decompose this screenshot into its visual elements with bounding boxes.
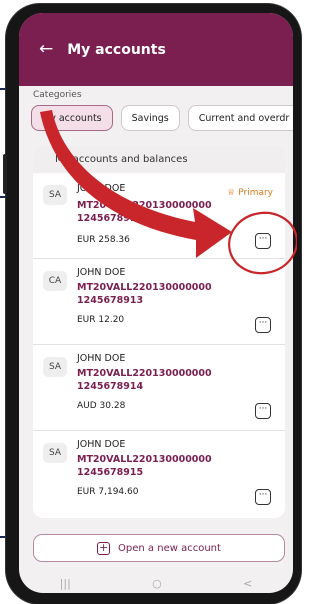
account-balance: AUD 30.28 bbox=[77, 401, 126, 411]
recents-nav-icon[interactable]: ||| bbox=[60, 577, 71, 590]
account-holder-name: JOHN DOE bbox=[77, 267, 126, 278]
account-card[interactable]: SA JOHN DOE MT20VALL220130000000 1245678… bbox=[33, 345, 285, 431]
more-options-icon[interactable]: ··· bbox=[255, 317, 271, 333]
account-iban: MT20VALL220130000000 1245678915 bbox=[77, 453, 257, 479]
primary-text: Primary bbox=[238, 188, 273, 198]
plus-square-icon: + bbox=[97, 540, 111, 555]
open-new-account-label: Open a new account bbox=[118, 542, 221, 554]
app-header: ← My accounts bbox=[19, 13, 293, 86]
iban-line-1: MT20VALL220130000000 bbox=[77, 368, 212, 379]
account-iban: MT20VALL220130000000 1245678912 bbox=[77, 199, 257, 225]
categories-label: Categories bbox=[33, 90, 82, 100]
iban-line-1: MT20VALL220130000000 bbox=[77, 282, 212, 293]
volume-button bbox=[3, 154, 7, 194]
more-options-icon[interactable]: ··· bbox=[255, 403, 271, 419]
account-type-badge: SA bbox=[43, 185, 67, 205]
back-nav-icon[interactable]: < bbox=[243, 577, 252, 590]
section-title: My accounts and balances bbox=[33, 146, 285, 173]
open-new-account-button[interactable]: + Open a new account bbox=[33, 534, 285, 562]
page-title: My accounts bbox=[67, 41, 166, 58]
account-iban: MT20VALL220130000000 1245678913 bbox=[77, 281, 257, 307]
account-card[interactable]: SA JOHN DOE ♕ Primary MT20VALL2201300000… bbox=[33, 173, 285, 259]
crown-icon: ♕ bbox=[227, 188, 236, 198]
home-nav-icon[interactable]: ○ bbox=[152, 577, 162, 590]
account-card[interactable]: SA JOHN DOE MT20VALL220130000000 1245678… bbox=[33, 431, 285, 517]
primary-label: ♕ Primary bbox=[227, 188, 273, 198]
iban-line-1: MT20VALL220130000000 bbox=[77, 454, 212, 465]
more-options-icon[interactable]: ··· bbox=[255, 233, 271, 249]
account-balance: EUR 7,194.60 bbox=[77, 487, 139, 497]
account-type-badge: CA bbox=[43, 271, 67, 291]
account-holder-name: JOHN DOE bbox=[77, 439, 126, 450]
account-type-badge: SA bbox=[43, 443, 67, 463]
arrow-left-icon[interactable]: ← bbox=[39, 41, 53, 58]
account-holder-name: JOHN DOE bbox=[77, 183, 126, 194]
category-chips: My accounts Savings Current and overdr bbox=[31, 105, 293, 131]
iban-line-2: 1245678914 bbox=[77, 381, 144, 392]
account-holder-name: JOHN DOE bbox=[77, 353, 126, 364]
iban-line-1: MT20VALL220130000000 bbox=[77, 200, 212, 211]
accounts-section: My accounts and balances SA JOHN DOE ♕ P… bbox=[33, 146, 285, 518]
chip-savings[interactable]: Savings bbox=[120, 105, 180, 131]
account-balance: EUR 258.36 bbox=[77, 235, 130, 245]
account-balance: EUR 12.20 bbox=[77, 315, 125, 325]
iban-line-2: 1245678912 bbox=[77, 213, 144, 224]
account-card[interactable]: CA JOHN DOE MT20VALL220130000000 1245678… bbox=[33, 259, 285, 345]
account-type-badge: SA bbox=[43, 357, 67, 377]
iban-line-2: 1245678915 bbox=[77, 467, 144, 478]
account-iban: MT20VALL220130000000 1245678914 bbox=[77, 367, 257, 393]
chip-current-and-overdraft[interactable]: Current and overdr bbox=[187, 105, 293, 131]
more-options-icon[interactable]: ··· bbox=[255, 489, 271, 505]
system-nav-bar: ||| ○ < bbox=[19, 573, 293, 593]
phone-screen: ← My accounts Categories My accounts Sav… bbox=[19, 13, 293, 593]
iban-line-2: 1245678913 bbox=[77, 295, 144, 306]
chip-my-accounts[interactable]: My accounts bbox=[31, 105, 113, 131]
